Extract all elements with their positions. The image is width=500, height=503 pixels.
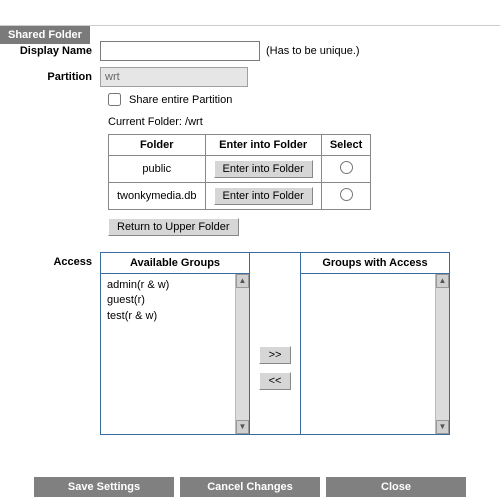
display-name-label: Display Name — [0, 45, 100, 57]
folder-table: Folder Enter into Folder Select public E… — [108, 134, 371, 210]
groups-with-access-list[interactable]: ▲ ▼ — [301, 274, 449, 434]
move-right-button[interactable]: >> — [259, 346, 291, 364]
current-folder-prefix: Current Folder: — [108, 116, 185, 128]
access-section: Access Available Groups admin(r & w) gue… — [0, 252, 500, 435]
scroll-up-icon[interactable]: ▲ — [236, 274, 249, 288]
available-groups-title: Available Groups — [101, 253, 249, 274]
scrollbar[interactable]: ▲ ▼ — [235, 274, 249, 434]
move-left-button[interactable]: << — [259, 372, 291, 390]
folder-name-cell: public — [109, 156, 206, 183]
list-item[interactable]: admin(r & w) — [107, 278, 229, 293]
scroll-down-icon[interactable]: ▼ — [436, 420, 449, 434]
enter-folder-button[interactable]: Enter into Folder — [214, 160, 313, 178]
cancel-changes-button[interactable]: Cancel Changes — [180, 477, 320, 497]
top-bar — [0, 0, 500, 26]
save-settings-button[interactable]: Save Settings — [34, 477, 174, 497]
table-row: public Enter into Folder — [109, 156, 371, 183]
display-name-hint: (Has to be unique.) — [266, 45, 360, 57]
display-name-input[interactable] — [100, 41, 260, 61]
partition-label: Partition — [0, 71, 100, 83]
select-radio[interactable] — [340, 188, 353, 201]
groups-with-access-title: Groups with Access — [301, 253, 449, 274]
scroll-up-icon[interactable]: ▲ — [436, 274, 449, 288]
available-groups-box: Available Groups admin(r & w) guest(r) t… — [100, 252, 250, 435]
bottom-buttons: Save Settings Cancel Changes Close — [0, 477, 500, 497]
scroll-down-icon[interactable]: ▼ — [236, 420, 249, 434]
return-upper-button[interactable]: Return to Upper Folder — [108, 218, 239, 236]
list-item[interactable]: test(r & w) — [107, 309, 229, 324]
scrollbar[interactable]: ▲ ▼ — [435, 274, 449, 434]
col-enter: Enter into Folder — [205, 135, 321, 156]
table-row: twonkymedia.db Enter into Folder — [109, 183, 371, 210]
available-groups-list[interactable]: admin(r & w) guest(r) test(r & w) ▲ ▼ — [101, 274, 249, 434]
folder-name-cell: twonkymedia.db — [109, 183, 206, 210]
share-entire-row: Share entire Partition — [108, 93, 500, 106]
col-folder: Folder — [109, 135, 206, 156]
access-label: Access — [0, 252, 100, 435]
enter-folder-button[interactable]: Enter into Folder — [214, 187, 313, 205]
groups-with-access-box: Groups with Access ▲ ▼ — [300, 252, 450, 435]
share-entire-checkbox[interactable] — [108, 93, 121, 106]
form-area: Display Name (Has to be unique.) Partiti… — [0, 41, 500, 435]
col-select: Select — [321, 135, 370, 156]
partition-input — [100, 67, 248, 87]
current-folder-path: /wrt — [185, 116, 203, 128]
folder-table-header: Folder Enter into Folder Select — [109, 135, 371, 156]
list-item[interactable]: guest(r) — [107, 293, 229, 308]
close-button[interactable]: Close — [326, 477, 466, 497]
select-radio[interactable] — [340, 161, 353, 174]
partition-row: Partition — [0, 67, 500, 87]
display-name-row: Display Name (Has to be unique.) — [0, 41, 500, 61]
move-buttons: >> << — [250, 252, 300, 435]
share-entire-label: Share entire Partition — [129, 94, 232, 106]
current-folder: Current Folder: /wrt — [108, 116, 500, 128]
